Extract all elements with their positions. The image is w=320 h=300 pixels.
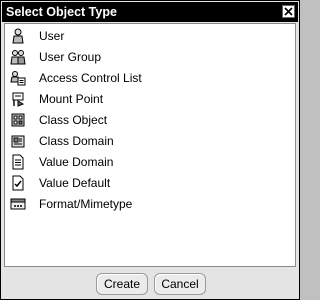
cancel-button[interactable]: Cancel [154,273,206,295]
object-type-list[interactable]: User User Group Access Control List Moun… [4,23,296,267]
list-item-class-domain[interactable]: Class Domain [5,131,295,152]
create-button[interactable]: Create [96,273,148,295]
class-object-icon [10,112,26,128]
list-item-label: Mount Point [39,92,104,106]
user-group-icon [10,49,26,65]
mount-point-icon [10,91,26,107]
close-icon [284,7,293,16]
list-item-label: User [39,29,65,43]
select-object-type-dialog: Select Object Type User User Group Acces… [0,0,300,300]
list-item-label: Class Object [39,113,108,127]
list-item-label: Format/Mimetype [39,197,133,211]
list-item-label: User Group [39,50,102,64]
dialog-title: Select Object Type [6,5,117,19]
list-item-user-group[interactable]: User Group [5,47,295,68]
close-button[interactable] [282,5,295,18]
list-item-label: Class Domain [39,134,114,148]
access-control-list-icon [10,70,26,86]
dialog-footer: Create Cancel [2,269,298,298]
list-item-user[interactable]: User [5,26,295,47]
list-item-label: Value Domain [39,155,114,169]
list-item-value-default[interactable]: Value Default [5,173,295,194]
list-item-value-domain[interactable]: Value Domain [5,152,295,173]
format-mimetype-icon [10,196,26,212]
value-default-icon [10,175,26,191]
list-item-class-object[interactable]: Class Object [5,110,295,131]
list-item-label: Value Default [39,176,111,190]
value-domain-icon [10,154,26,170]
class-domain-icon [10,133,26,149]
user-icon [10,28,26,44]
list-item-format-mimetype[interactable]: Format/Mimetype [5,194,295,215]
list-item-access-control-list[interactable]: Access Control List [5,68,295,89]
list-item-mount-point[interactable]: Mount Point [5,89,295,110]
title-bar: Select Object Type [2,2,298,22]
list-item-label: Access Control List [39,71,142,85]
